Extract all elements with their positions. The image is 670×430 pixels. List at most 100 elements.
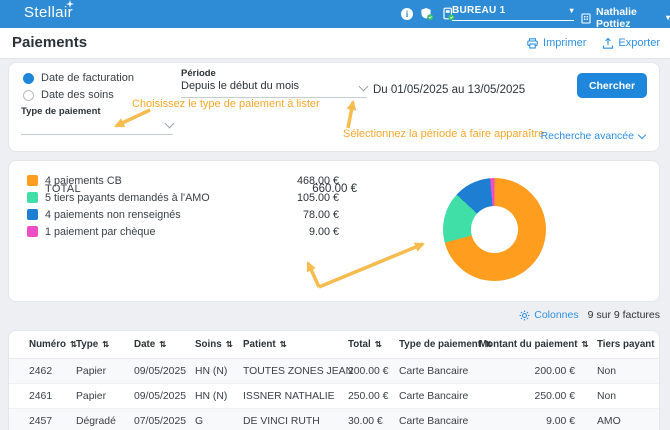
radio-unselected-icon [23,90,34,101]
table-row[interactable]: 2461Papier09/05/2025HN (N)ISSNER NATHALI… [9,384,660,409]
table-cell: Dégradé [76,409,134,430]
app-window: Stellair i [0,0,670,430]
advanced-search-link[interactable]: Recherche avancée [541,130,645,142]
table-cell: Carte Bancaire [389,384,479,409]
legend-value: 78.00 € [303,209,339,221]
legend-swatch [27,226,38,237]
table-cell: Non [585,384,660,409]
table-cell: Carte Bancaire [389,409,479,430]
export-button[interactable]: Exporter [602,37,660,50]
column-label: Patient [243,339,276,350]
user-name: Nathalie Pottiez [596,6,662,30]
table-cell: TOUTES ZONES JEAN [243,359,348,384]
table-cell: ISSNER NATHALIE [243,384,348,409]
search-button[interactable]: Chercher [577,73,647,98]
sort-icon: ⇅ [226,339,233,349]
table-cell: 200.00 € [479,359,585,384]
sort-icon: ⇅ [375,339,382,349]
chevron-down-icon [638,130,646,138]
donut-chart [443,178,546,281]
office-name: BUREAU 1 [452,5,506,16]
sort-icon: ⇅ [659,339,660,349]
column-header-soins[interactable]: Soins ⇅ [195,331,243,359]
column-label: Tiers payant [597,339,655,350]
app-logo[interactable]: Stellair [24,4,73,21]
total-label: TOTAL [45,183,312,195]
table-toolbar: Colonnes 9 sur 9 factures [0,305,660,325]
payment-type-select[interactable] [21,115,173,135]
table-cell: 250.00 € [479,384,585,409]
chevron-down-icon [359,82,369,92]
table-cell: DE VINCI RUTH [243,409,348,430]
header-actions: Imprimer Exporter [526,28,660,58]
table-cell: 250.00 € [348,384,389,409]
print-button[interactable]: Imprimer [526,37,586,50]
user-menu[interactable]: Nathalie Pottiez ▾ [580,6,670,30]
column-header-type[interactable]: Type⇅ [76,331,134,359]
shield-check-icon[interactable] [420,7,434,21]
table-cell: 09/05/2025 [134,384,195,409]
table-cell: 9.00 € [479,409,585,430]
filter-card: Date de facturation Date des soins Pério… [8,62,660,152]
column-label: Type de paiement [399,339,481,350]
office-selector[interactable]: BUREAU 1 ▾ [452,5,574,21]
table-head: Numéro⇅Type⇅Date⇅Soins⇅Patient⇅Total⇅Typ… [9,331,660,359]
sort-icon: ⇅ [280,339,287,349]
table-cell: G [195,409,243,430]
star-icon [66,0,74,8]
column-label: Soins [195,339,222,350]
export-icon [602,37,614,50]
period-select[interactable]: Depuis le début du mois [181,80,367,98]
printer-icon [526,37,539,50]
radio-billing-date[interactable]: Date de facturation [23,72,134,84]
radio-care-label: Date des soins [41,89,114,101]
legend-swatch [27,209,38,220]
legend-item: 1 paiement par chèque9.00 € [27,223,339,240]
table-cell: 30.00 € [348,409,389,430]
table-cell: 2457 [9,409,76,430]
table-cell: HN (N) [195,359,243,384]
column-label: Date [134,339,155,350]
hint-period: Sélectionnez la période à faire apparaît… [343,128,544,140]
table-cell: 2462 [9,359,76,384]
chevron-down-icon: ▾ [666,14,670,22]
radio-care-date[interactable]: Date des soins [23,89,114,101]
gear-icon [519,310,530,321]
column-header-total[interactable]: Total ⇅ [348,331,389,359]
radio-billing-label: Date de facturation [41,72,134,84]
export-label: Exporter [618,37,660,49]
legend-value: 9.00 € [309,226,339,238]
column-label: Type [76,339,98,350]
table-cell: 09/05/2025 [134,359,195,384]
table-cell: 200.00 € [348,359,389,384]
table-cell: Papier [76,359,134,384]
column-header-date[interactable]: Date⇅ [134,331,195,359]
columns-button[interactable]: Colonnes [519,309,578,321]
column-header-type-de-paiement[interactable]: Type de paiement⇅ [389,331,479,359]
legend-label: 4 paiements non renseignés [45,209,303,221]
column-header-patient[interactable]: Patient ⇅ [243,331,348,359]
table-row[interactable]: 2462Papier09/05/2025HN (N)TOUTES ZONES J… [9,359,660,384]
columns-label: Colonnes [534,309,578,321]
total-row: TOTAL 660.00 € [27,183,357,195]
legend-item: 4 paiements non renseignés78.00 € [27,206,339,223]
table-cell: Non [585,359,660,384]
column-header-montant-du-paiement[interactable]: Montant du paiement⇅ [479,331,585,359]
info-icon[interactable]: i [401,8,413,20]
chevron-down-icon [165,119,175,129]
column-header-tiers-payant[interactable]: Tiers payant ⇅ [585,331,660,359]
table-cell: Carte Bancaire [389,359,479,384]
column-label: Numéro [29,339,66,350]
period-value: Depuis le début du mois [181,80,299,92]
chevron-down-icon: ▾ [570,7,574,15]
table-cell: Papier [76,384,134,409]
table-cell: 2461 [9,384,76,409]
table-cell: AMO [585,409,660,430]
invoice-count: 9 sur 9 factures [588,309,660,321]
invoice-table: Numéro⇅Type⇅Date⇅Soins⇅Patient⇅Total⇅Typ… [9,331,660,430]
column-header-numero[interactable]: Numéro⇅ [9,331,76,359]
table-row[interactable]: 2457Dégradé07/05/2025GDE VINCI RUTH30.00… [9,409,660,430]
column-label: Total [348,339,371,350]
table-body: 2462Papier09/05/2025HN (N)TOUTES ZONES J… [9,359,660,430]
sort-icon: ⇅ [582,339,589,349]
